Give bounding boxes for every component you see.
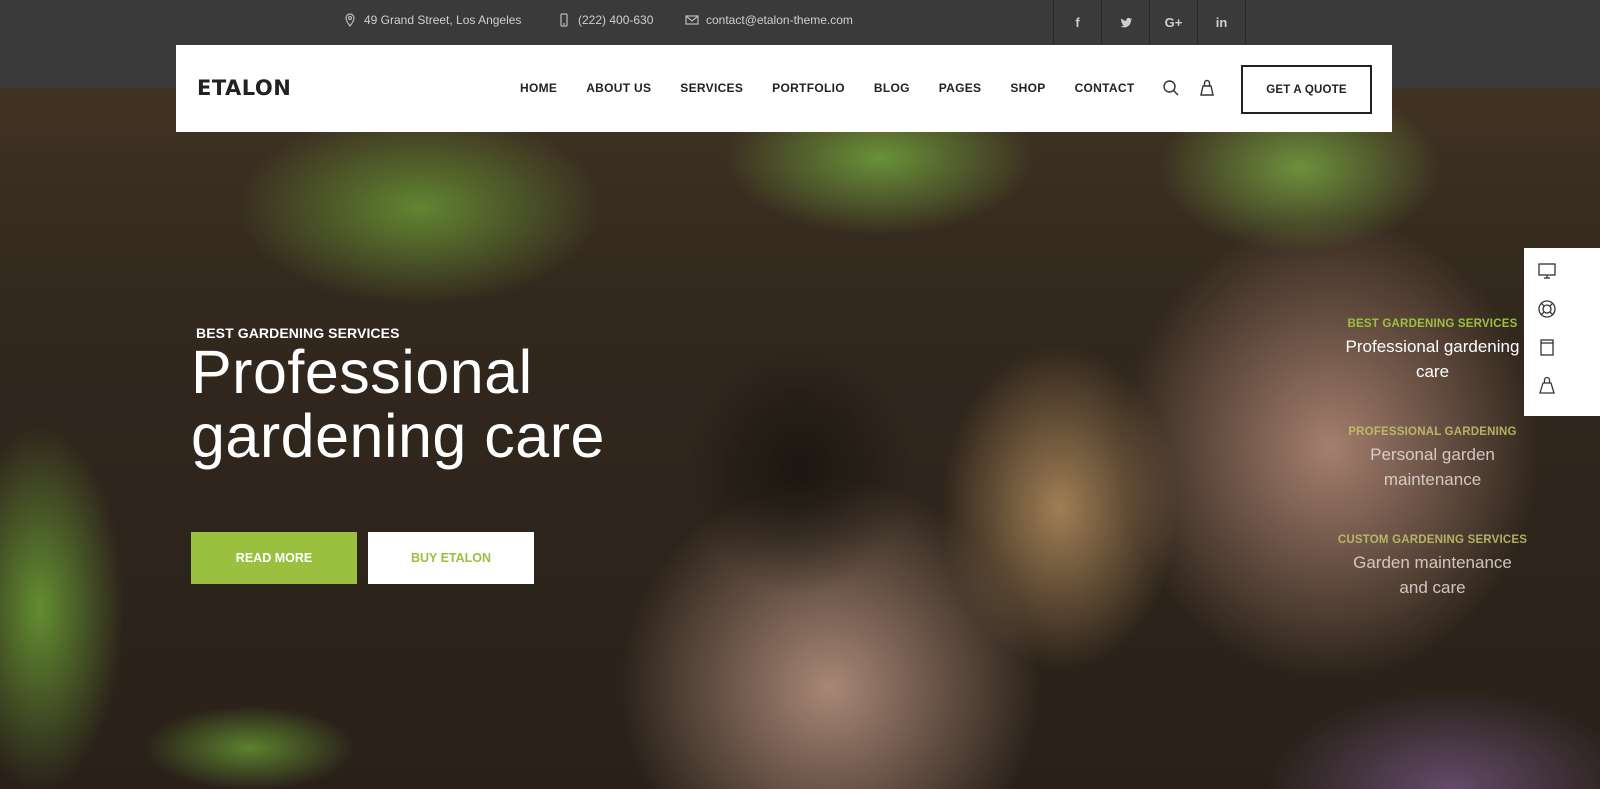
get-a-quote-button[interactable]: GET A QUOTE <box>1241 65 1372 114</box>
phone-text: (222) 400-630 <box>578 13 654 27</box>
slide-title-line-2: maintenance <box>1383 470 1482 489</box>
main-nav: HOME ABOUT US SERVICES PORTFOLIO BLOG PA… <box>520 81 1163 95</box>
search-icon[interactable] <box>1161 78 1181 98</box>
slide-tag: BEST GARDENING SERVICES <box>1347 318 1518 330</box>
facebook-icon[interactable]: f <box>1054 0 1102 45</box>
slide-title-line-1: Personal garden <box>1370 445 1495 464</box>
nav-shop[interactable]: SHOP <box>1010 81 1045 95</box>
slide-tag: PROFESSIONAL GARDENING <box>1348 426 1517 438</box>
monitor-icon[interactable] <box>1536 261 1558 281</box>
linkedin-icon[interactable]: in <box>1198 0 1246 45</box>
slide-title-line-2: and care <box>1399 578 1466 597</box>
map-pin-icon <box>345 13 355 27</box>
nav-home[interactable]: HOME <box>520 81 557 95</box>
main-header: ETALON HOME ABOUT US SERVICES PORTFOLIO … <box>176 45 1392 132</box>
google-plus-icon[interactable]: G+ <box>1150 0 1198 45</box>
nav-about-us[interactable]: ABOUT US <box>586 81 651 95</box>
nav-pages[interactable]: PAGES <box>939 81 982 95</box>
slide-title-line-2: care <box>1415 362 1450 381</box>
social-links: f G+ in <box>1053 0 1246 45</box>
nav-blog[interactable]: BLOG <box>874 81 910 95</box>
side-toolbar <box>1524 248 1600 416</box>
nav-contact[interactable]: CONTACT <box>1075 81 1135 95</box>
slide-title: Garden maintenance and care <box>1320 550 1545 600</box>
slider-nav-item-2[interactable]: PROFESSIONAL GARDENING Personal garden m… <box>1320 426 1545 492</box>
read-more-button[interactable]: READ MORE <box>191 532 357 584</box>
slider-nav-item-1[interactable]: BEST GARDENING SERVICES Professional gar… <box>1320 318 1545 384</box>
hero-headline: Professional gardening care <box>191 340 605 468</box>
address-item: 49 Grand Street, Los Angeles <box>343 13 521 27</box>
nav-portfolio[interactable]: PORTFOLIO <box>772 81 845 95</box>
slide-title-line-1: Garden maintenance <box>1353 553 1512 572</box>
document-icon[interactable] <box>1536 337 1558 357</box>
shopping-bag-icon[interactable] <box>1197 78 1217 98</box>
top-bar: 49 Grand Street, Los Angeles (222) 400-6… <box>0 0 1600 45</box>
phone-item: (222) 400-630 <box>557 13 653 27</box>
envelope-icon <box>685 15 699 25</box>
slide-tag: CUSTOM GARDENING SERVICES <box>1337 534 1528 546</box>
hero-headline-line-1: Professional <box>191 338 533 406</box>
slide-title: Personal garden maintenance <box>1320 442 1545 492</box>
buy-etalon-button[interactable]: BUY ETALON <box>368 532 534 584</box>
email-link[interactable]: contact@etalon-theme.com <box>706 13 853 27</box>
phone-icon <box>560 13 568 27</box>
logo[interactable]: ETALON <box>197 76 291 100</box>
address-text: 49 Grand Street, Los Angeles <box>364 13 522 27</box>
hero-headline-line-2: gardening care <box>191 402 605 470</box>
nav-services[interactable]: SERVICES <box>680 81 743 95</box>
lifebuoy-icon[interactable] <box>1536 299 1558 319</box>
shopping-bag-icon[interactable] <box>1536 375 1558 395</box>
email-item[interactable]: contact@etalon-theme.com <box>685 13 853 27</box>
slider-nav-item-3[interactable]: CUSTOM GARDENING SERVICES Garden mainten… <box>1320 534 1545 600</box>
twitter-icon[interactable] <box>1102 0 1150 45</box>
slide-title: Professional gardening care <box>1320 334 1545 384</box>
slide-title-line-1: Professional gardening <box>1345 337 1520 356</box>
